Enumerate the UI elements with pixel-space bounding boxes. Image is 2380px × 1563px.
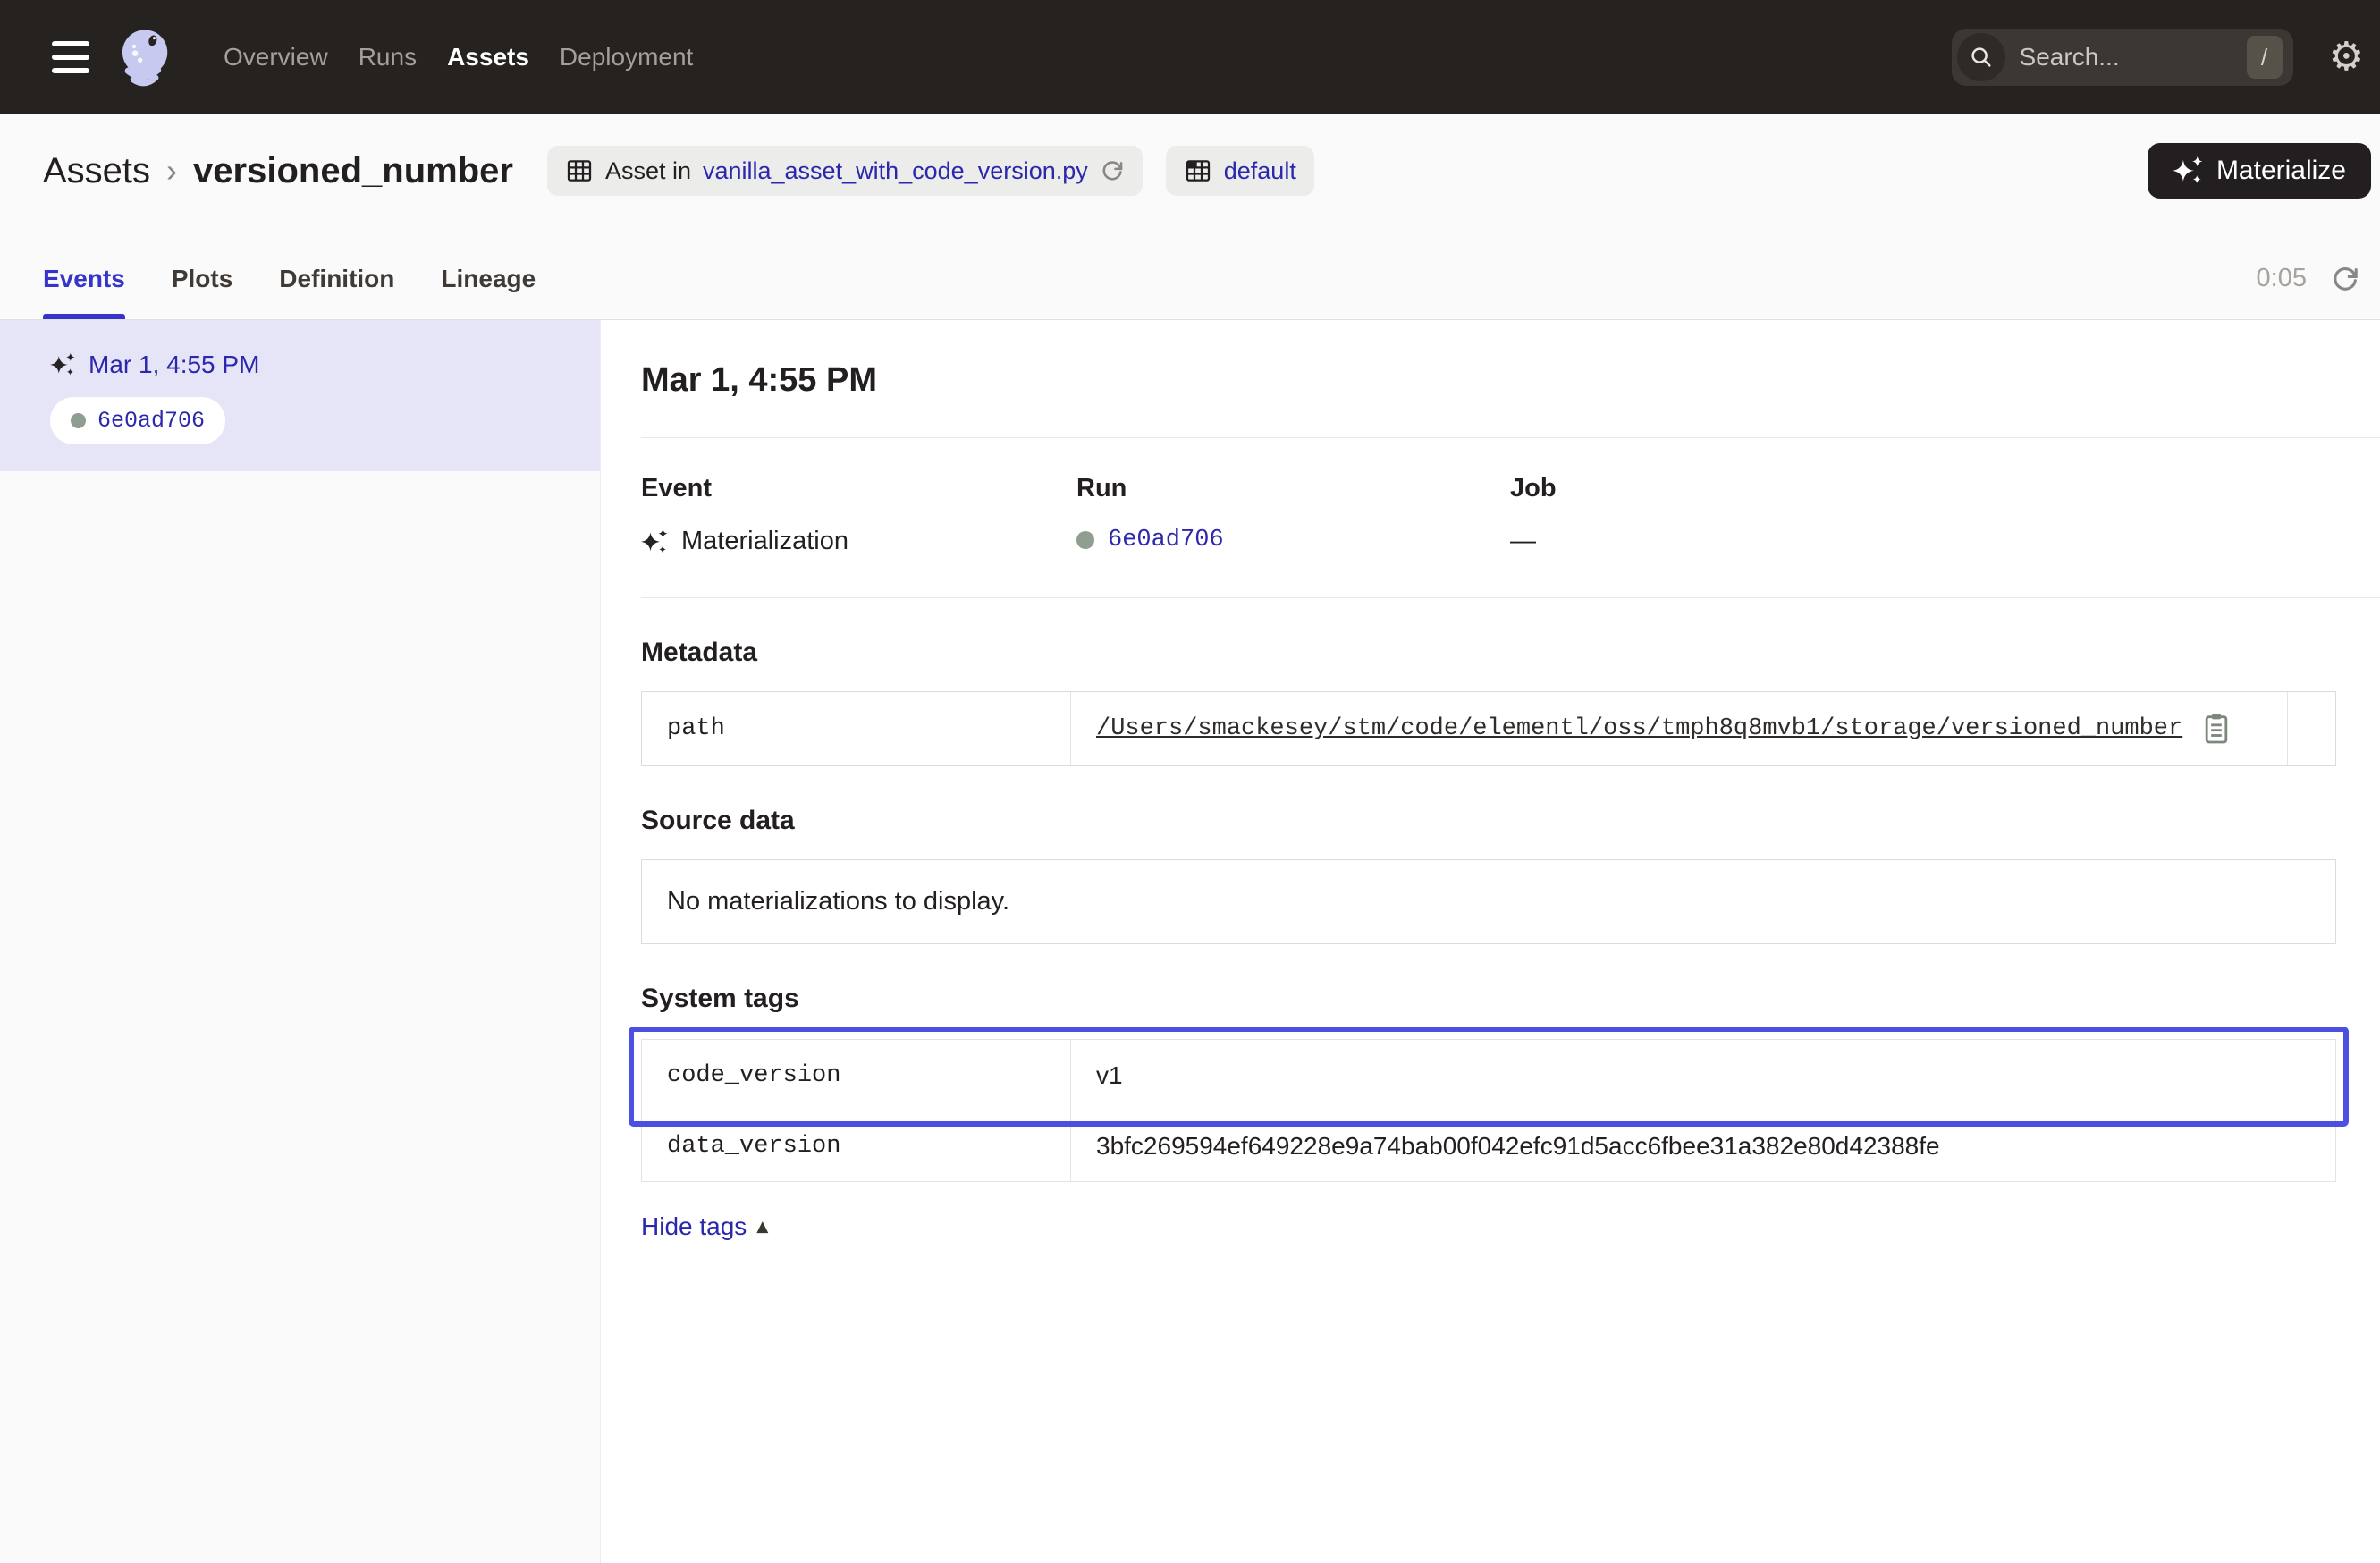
event-list-item-selected[interactable]: Mar 1, 4:55 PM 6e0ad706 (0, 320, 600, 471)
tag-key: code_version (642, 1040, 1071, 1111)
settings-gear-icon[interactable]: ⚙ (2329, 38, 2364, 77)
event-details-panel: Mar 1, 4:55 PM Event Materialization Run… (601, 320, 2380, 1563)
job-label: Job (1510, 474, 2336, 503)
primary-nav: Overview Runs Assets Deployment (224, 43, 693, 72)
sparkle-icon (2173, 156, 2203, 186)
asset-table-icon (565, 156, 594, 185)
hide-tags-link[interactable]: Hide tags (641, 1212, 747, 1241)
source-data-heading: Source data (641, 806, 2336, 836)
asset-tabs: Events Plots Definition Lineage 0:05 (0, 238, 2380, 320)
event-type-value: Materialization (681, 527, 848, 556)
tab-definition[interactable]: Definition (279, 238, 394, 319)
event-title: Mar 1, 4:55 PM (641, 361, 2336, 400)
system-tags-table: code_version v1 data_version 3bfc269594e… (641, 1039, 2336, 1182)
materialize-button[interactable]: Materialize (2148, 143, 2371, 199)
materialization-sparkle-icon (50, 352, 75, 377)
table-row-code-version: code_version v1 (642, 1040, 2335, 1111)
metadata-actions-cell (2287, 692, 2335, 765)
metadata-path-link[interactable]: /Users/smackesey/stm/code/elementl/oss/t… (1096, 715, 2182, 742)
event-column: Event Materialization (641, 474, 1076, 556)
page-title-asset-name: versioned_number (193, 151, 513, 191)
run-id-badge[interactable]: 6e0ad706 (50, 397, 225, 444)
reload-definition-icon[interactable] (1100, 158, 1125, 183)
caret-up-icon: ▲ (756, 1218, 768, 1236)
copy-path-button[interactable] (2199, 711, 2234, 747)
nav-item-assets[interactable]: Assets (447, 43, 529, 72)
search-box[interactable]: / (1952, 29, 2293, 86)
run-column: Run 6e0ad706 (1076, 474, 1510, 556)
asset-badge-prefix: Asset in (605, 157, 691, 185)
materialization-sparkle-icon (641, 528, 668, 555)
code-location-link[interactable]: default (1224, 157, 1296, 185)
run-id-label: 6e0ad706 (97, 408, 205, 434)
breadcrumb-chevron-icon: › (166, 152, 177, 190)
code-location-badge: default (1166, 146, 1314, 196)
code-location-icon (1184, 156, 1212, 185)
asset-definition-badge: Asset in vanilla_asset_with_code_version… (547, 146, 1143, 196)
tab-plots[interactable]: Plots (172, 238, 232, 319)
source-data-empty-message: No materializations to display. (667, 887, 1009, 916)
source-data-empty-box: No materializations to display. (641, 859, 2336, 944)
divider (641, 597, 2380, 598)
run-status-dot (71, 413, 86, 428)
divider (641, 437, 2380, 438)
top-nav-bar: Overview Runs Assets Deployment / ⚙ (0, 0, 2380, 114)
menu-icon[interactable] (52, 41, 89, 73)
dagster-logo-icon[interactable] (113, 26, 175, 89)
event-label: Event (641, 474, 1076, 503)
job-value: — (1510, 527, 1536, 556)
asset-page-header: Assets › versioned_number Asset in vanil… (0, 114, 2380, 320)
run-label: Run (1076, 474, 1510, 503)
tab-events[interactable]: Events (43, 238, 125, 319)
event-timestamp-link[interactable]: Mar 1, 4:55 PM (89, 351, 259, 379)
nav-item-runs[interactable]: Runs (359, 43, 417, 72)
breadcrumb-assets-link[interactable]: Assets (43, 151, 150, 191)
metadata-heading: Metadata (641, 638, 2336, 668)
run-status-dot (1076, 531, 1094, 549)
search-input[interactable] (2020, 43, 2247, 72)
tab-lineage[interactable]: Lineage (441, 238, 536, 319)
run-id-link[interactable]: 6e0ad706 (1108, 527, 1224, 553)
tag-value: v1 (1071, 1040, 2335, 1111)
system-tags-heading: System tags (641, 984, 2336, 1014)
events-sidebar: Mar 1, 4:55 PM 6e0ad706 (0, 320, 601, 1563)
refresh-countdown: 0:05 (2257, 264, 2307, 293)
table-row: path /Users/smackesey/stm/code/elementl/… (642, 692, 2335, 765)
tag-key: data_version (642, 1111, 1071, 1181)
metadata-table: path /Users/smackesey/stm/code/elementl/… (641, 691, 2336, 766)
clipboard-icon (2199, 711, 2234, 747)
job-column: Job — (1510, 474, 2336, 556)
nav-item-overview[interactable]: Overview (224, 43, 328, 72)
tag-value: 3bfc269594ef649228e9a74bab00f042efc91d5a… (1071, 1111, 2335, 1181)
refresh-icon[interactable] (2330, 264, 2360, 294)
nav-item-deployment[interactable]: Deployment (560, 43, 693, 72)
dagster-app: Overview Runs Assets Deployment / ⚙ Asse… (0, 0, 2380, 1563)
search-shortcut-key: / (2247, 36, 2283, 79)
table-row-data-version: data_version 3bfc269594ef649228e9a74bab0… (642, 1111, 2335, 1181)
event-summary-row: Event Materialization Run 6e0ad706 Job — (641, 474, 2336, 556)
asset-definition-file-link[interactable]: vanilla_asset_with_code_version.py (703, 157, 1088, 185)
metadata-key: path (642, 692, 1071, 765)
search-icon (1957, 33, 2005, 81)
